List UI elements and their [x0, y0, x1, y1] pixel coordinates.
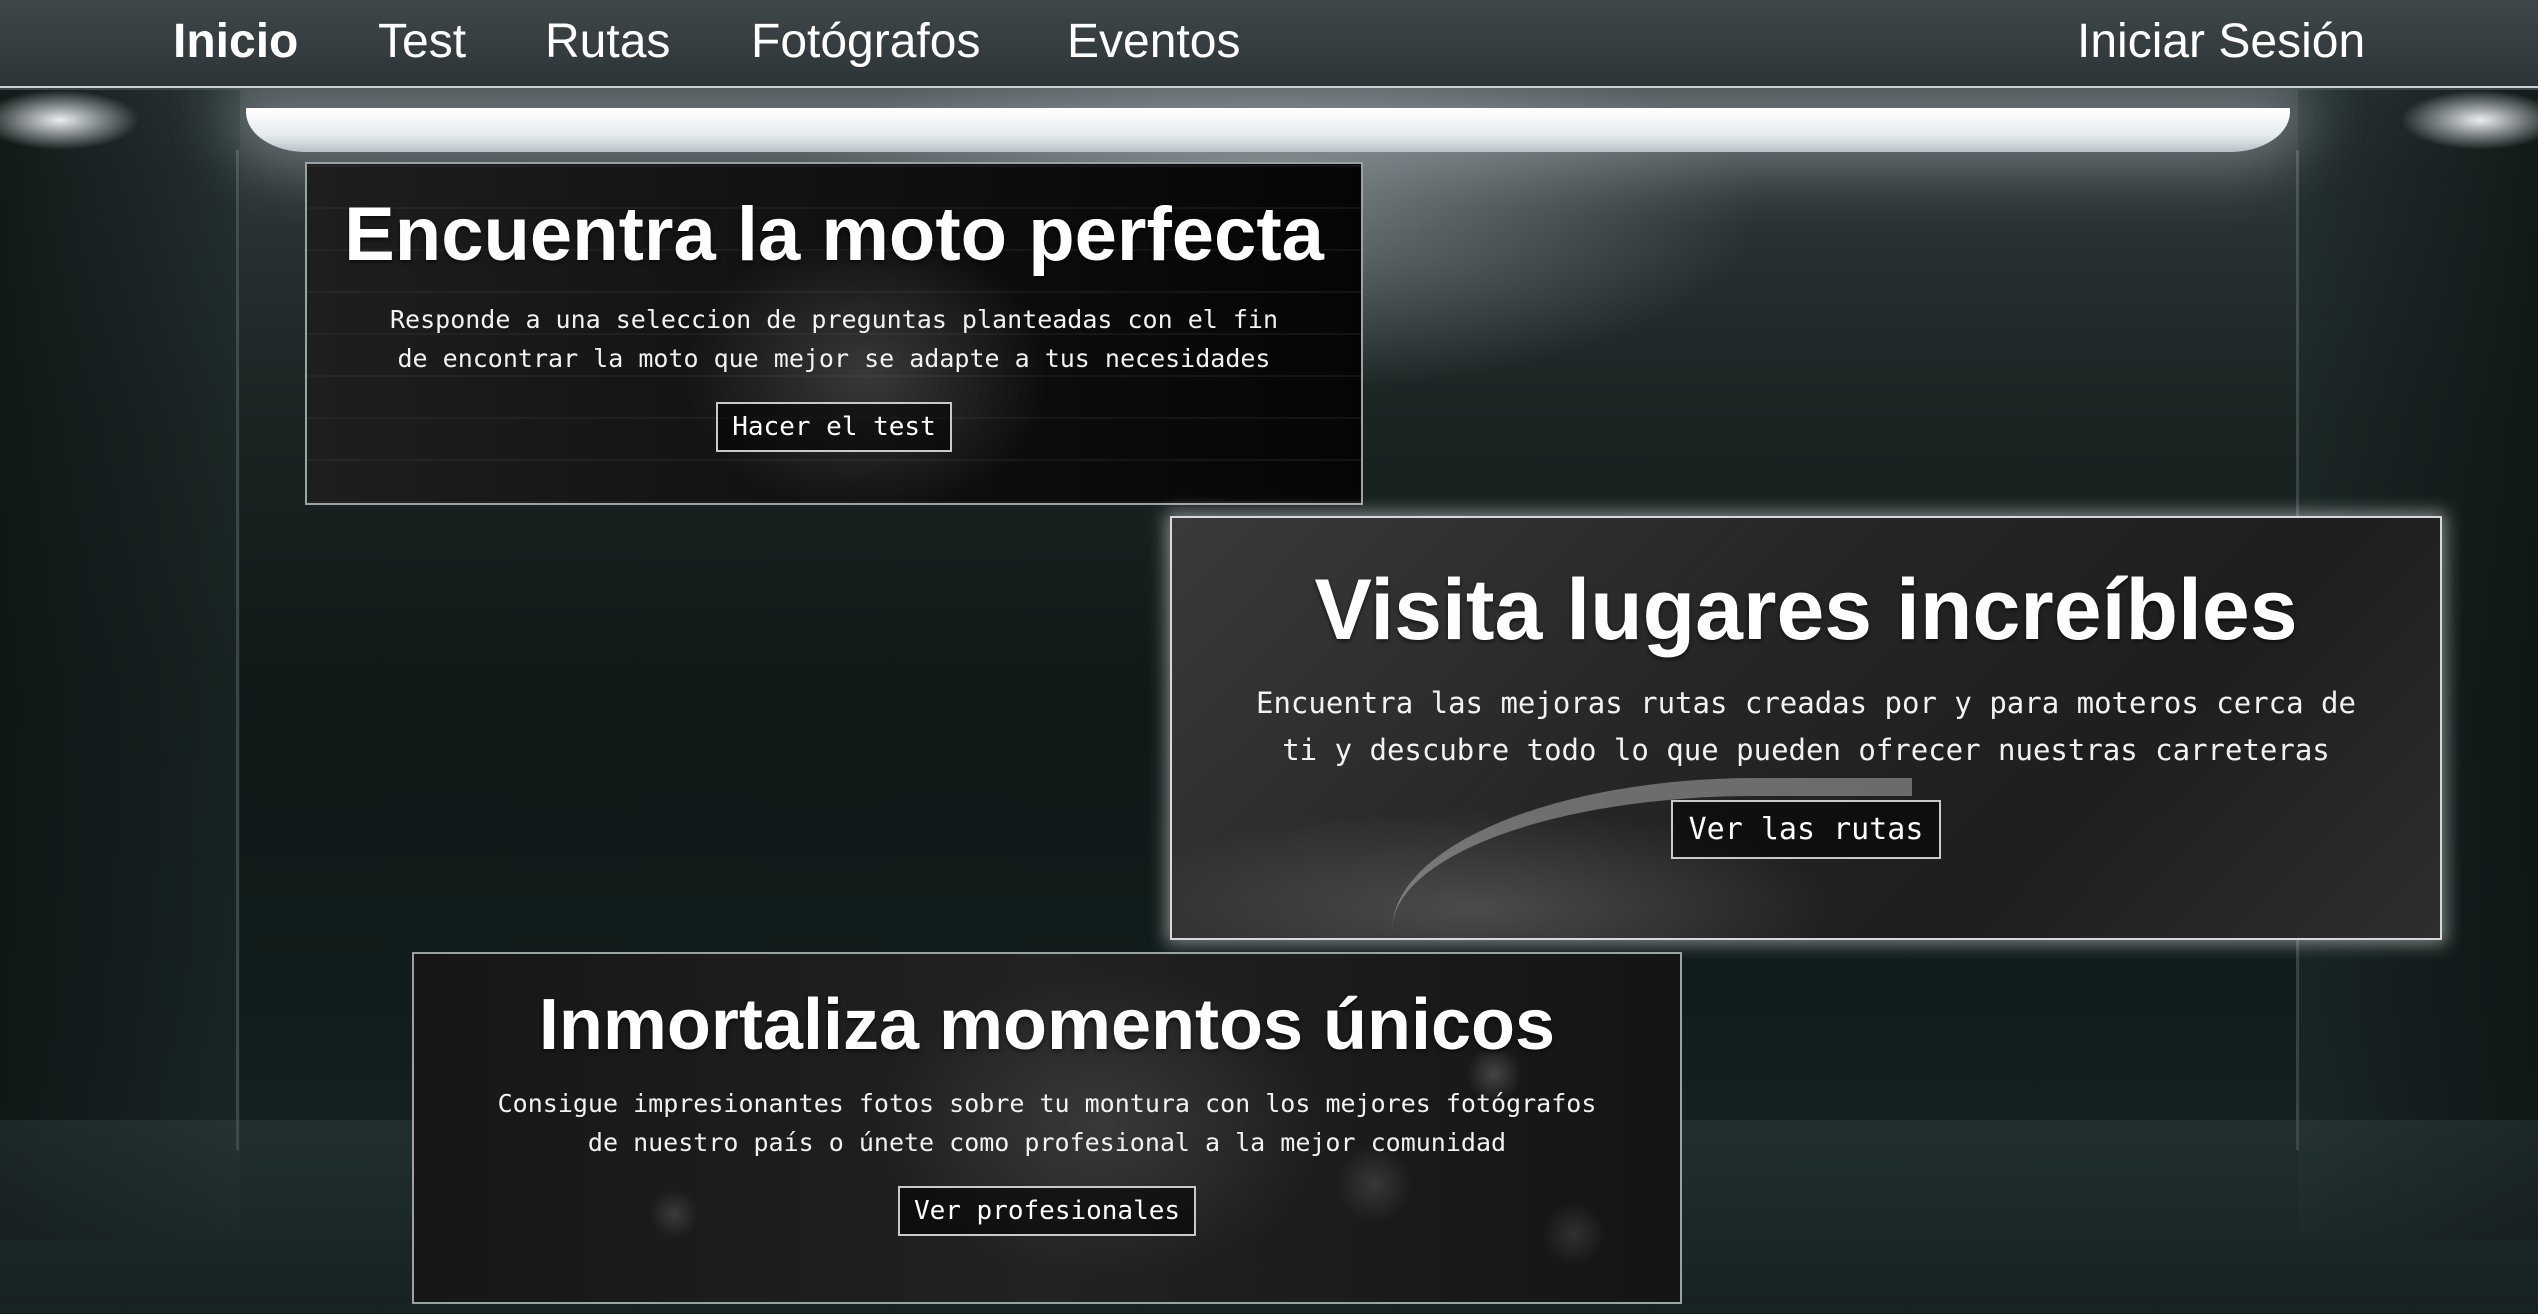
test-card-title: Encuentra la moto perfecta [344, 192, 1324, 277]
photographers-card-description: Consigue impresionantes fotos sobre tu m… [497, 1089, 1597, 1157]
routes-card-title: Visita lugares increíbles [1314, 562, 2298, 658]
photographers-card: Inmortaliza momentos únicos Consigue imp… [412, 952, 1682, 1304]
test-card: Encuentra la moto perfecta Responde a un… [305, 162, 1363, 505]
take-test-button[interactable]: Hacer el test [716, 402, 952, 452]
routes-card-description: Encuentra las mejoras rutas creadas por … [1256, 686, 2356, 767]
side-light-left [0, 90, 140, 150]
left-wall [0, 90, 240, 1240]
login-link[interactable]: Iniciar Sesión [2077, 14, 2365, 70]
view-professionals-button[interactable]: Ver profesionales [897, 1186, 1197, 1236]
photographers-card-title: Inmortaliza momentos únicos [538, 985, 1556, 1065]
nav-link-rutas[interactable]: Rutas [545, 14, 670, 70]
nav-link-inicio[interactable]: Inicio [173, 14, 298, 70]
nav-link-eventos[interactable]: Eventos [1067, 14, 1240, 70]
side-light-right [2400, 90, 2538, 150]
test-card-description: Responde a una seleccion de preguntas pl… [389, 305, 1279, 373]
routes-card: Visita lugares increíbles Encuentra las … [1170, 516, 2442, 940]
ceiling-light [246, 108, 2290, 152]
nav-link-fotografos[interactable]: Fotógrafos [751, 14, 980, 70]
nav-link-test[interactable]: Test [378, 14, 466, 70]
view-routes-button[interactable]: Ver las rutas [1670, 800, 1942, 859]
main-navbar: Inicio Test Rutas Fotógrafos Eventos Ini… [0, 0, 2538, 88]
pillar-left [236, 150, 239, 1150]
